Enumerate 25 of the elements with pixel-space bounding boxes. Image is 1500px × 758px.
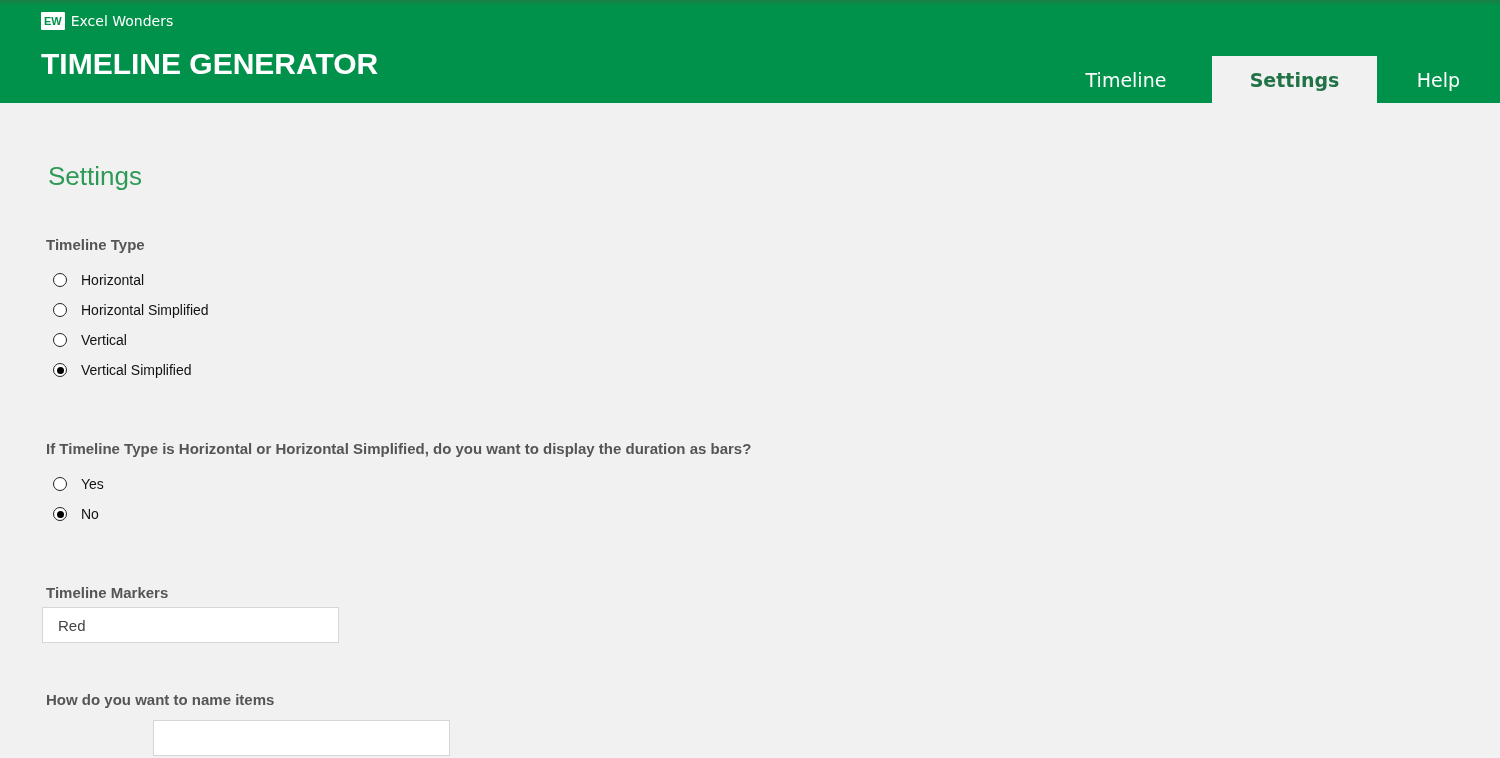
app-title: TIMELINE GENERATOR bbox=[41, 47, 379, 81]
radio-button[interactable] bbox=[53, 363, 67, 377]
radio-label[interactable]: Yes bbox=[81, 476, 104, 492]
input-field[interactable]: Red bbox=[42, 607, 339, 643]
nav-tab[interactable]: Help bbox=[1377, 56, 1500, 103]
radio-button[interactable] bbox=[53, 507, 67, 521]
nav-tab[interactable]: Timeline bbox=[1040, 56, 1212, 103]
input-field[interactable] bbox=[153, 720, 450, 756]
section-label: Timeline Type bbox=[46, 236, 146, 253]
radio-button[interactable] bbox=[53, 477, 67, 491]
radio-button[interactable] bbox=[53, 273, 67, 287]
section-label: How do you want to name items bbox=[46, 691, 276, 708]
radio-label[interactable]: Horizontal bbox=[81, 272, 145, 288]
page-heading: Settings bbox=[48, 161, 143, 192]
nav-tab[interactable]: Settings bbox=[1212, 56, 1377, 103]
radio-label[interactable]: Vertical bbox=[81, 332, 127, 348]
section-label: If Timeline Type is Horizontal or Horizontal Simplified, do you want to display the duration as bars? bbox=[46, 440, 753, 457]
radio-label[interactable]: Horizontal Simplified bbox=[81, 302, 209, 318]
radio-button[interactable] bbox=[53, 333, 67, 347]
section-label: Timeline Markers bbox=[46, 584, 170, 601]
radio-label[interactable]: Vertical Simplified bbox=[81, 362, 192, 378]
logo-icon: EW bbox=[41, 12, 65, 30]
brand-name: Excel Wonders bbox=[70, 13, 174, 29]
radio-button[interactable] bbox=[53, 303, 67, 317]
radio-label[interactable]: No bbox=[81, 506, 99, 522]
